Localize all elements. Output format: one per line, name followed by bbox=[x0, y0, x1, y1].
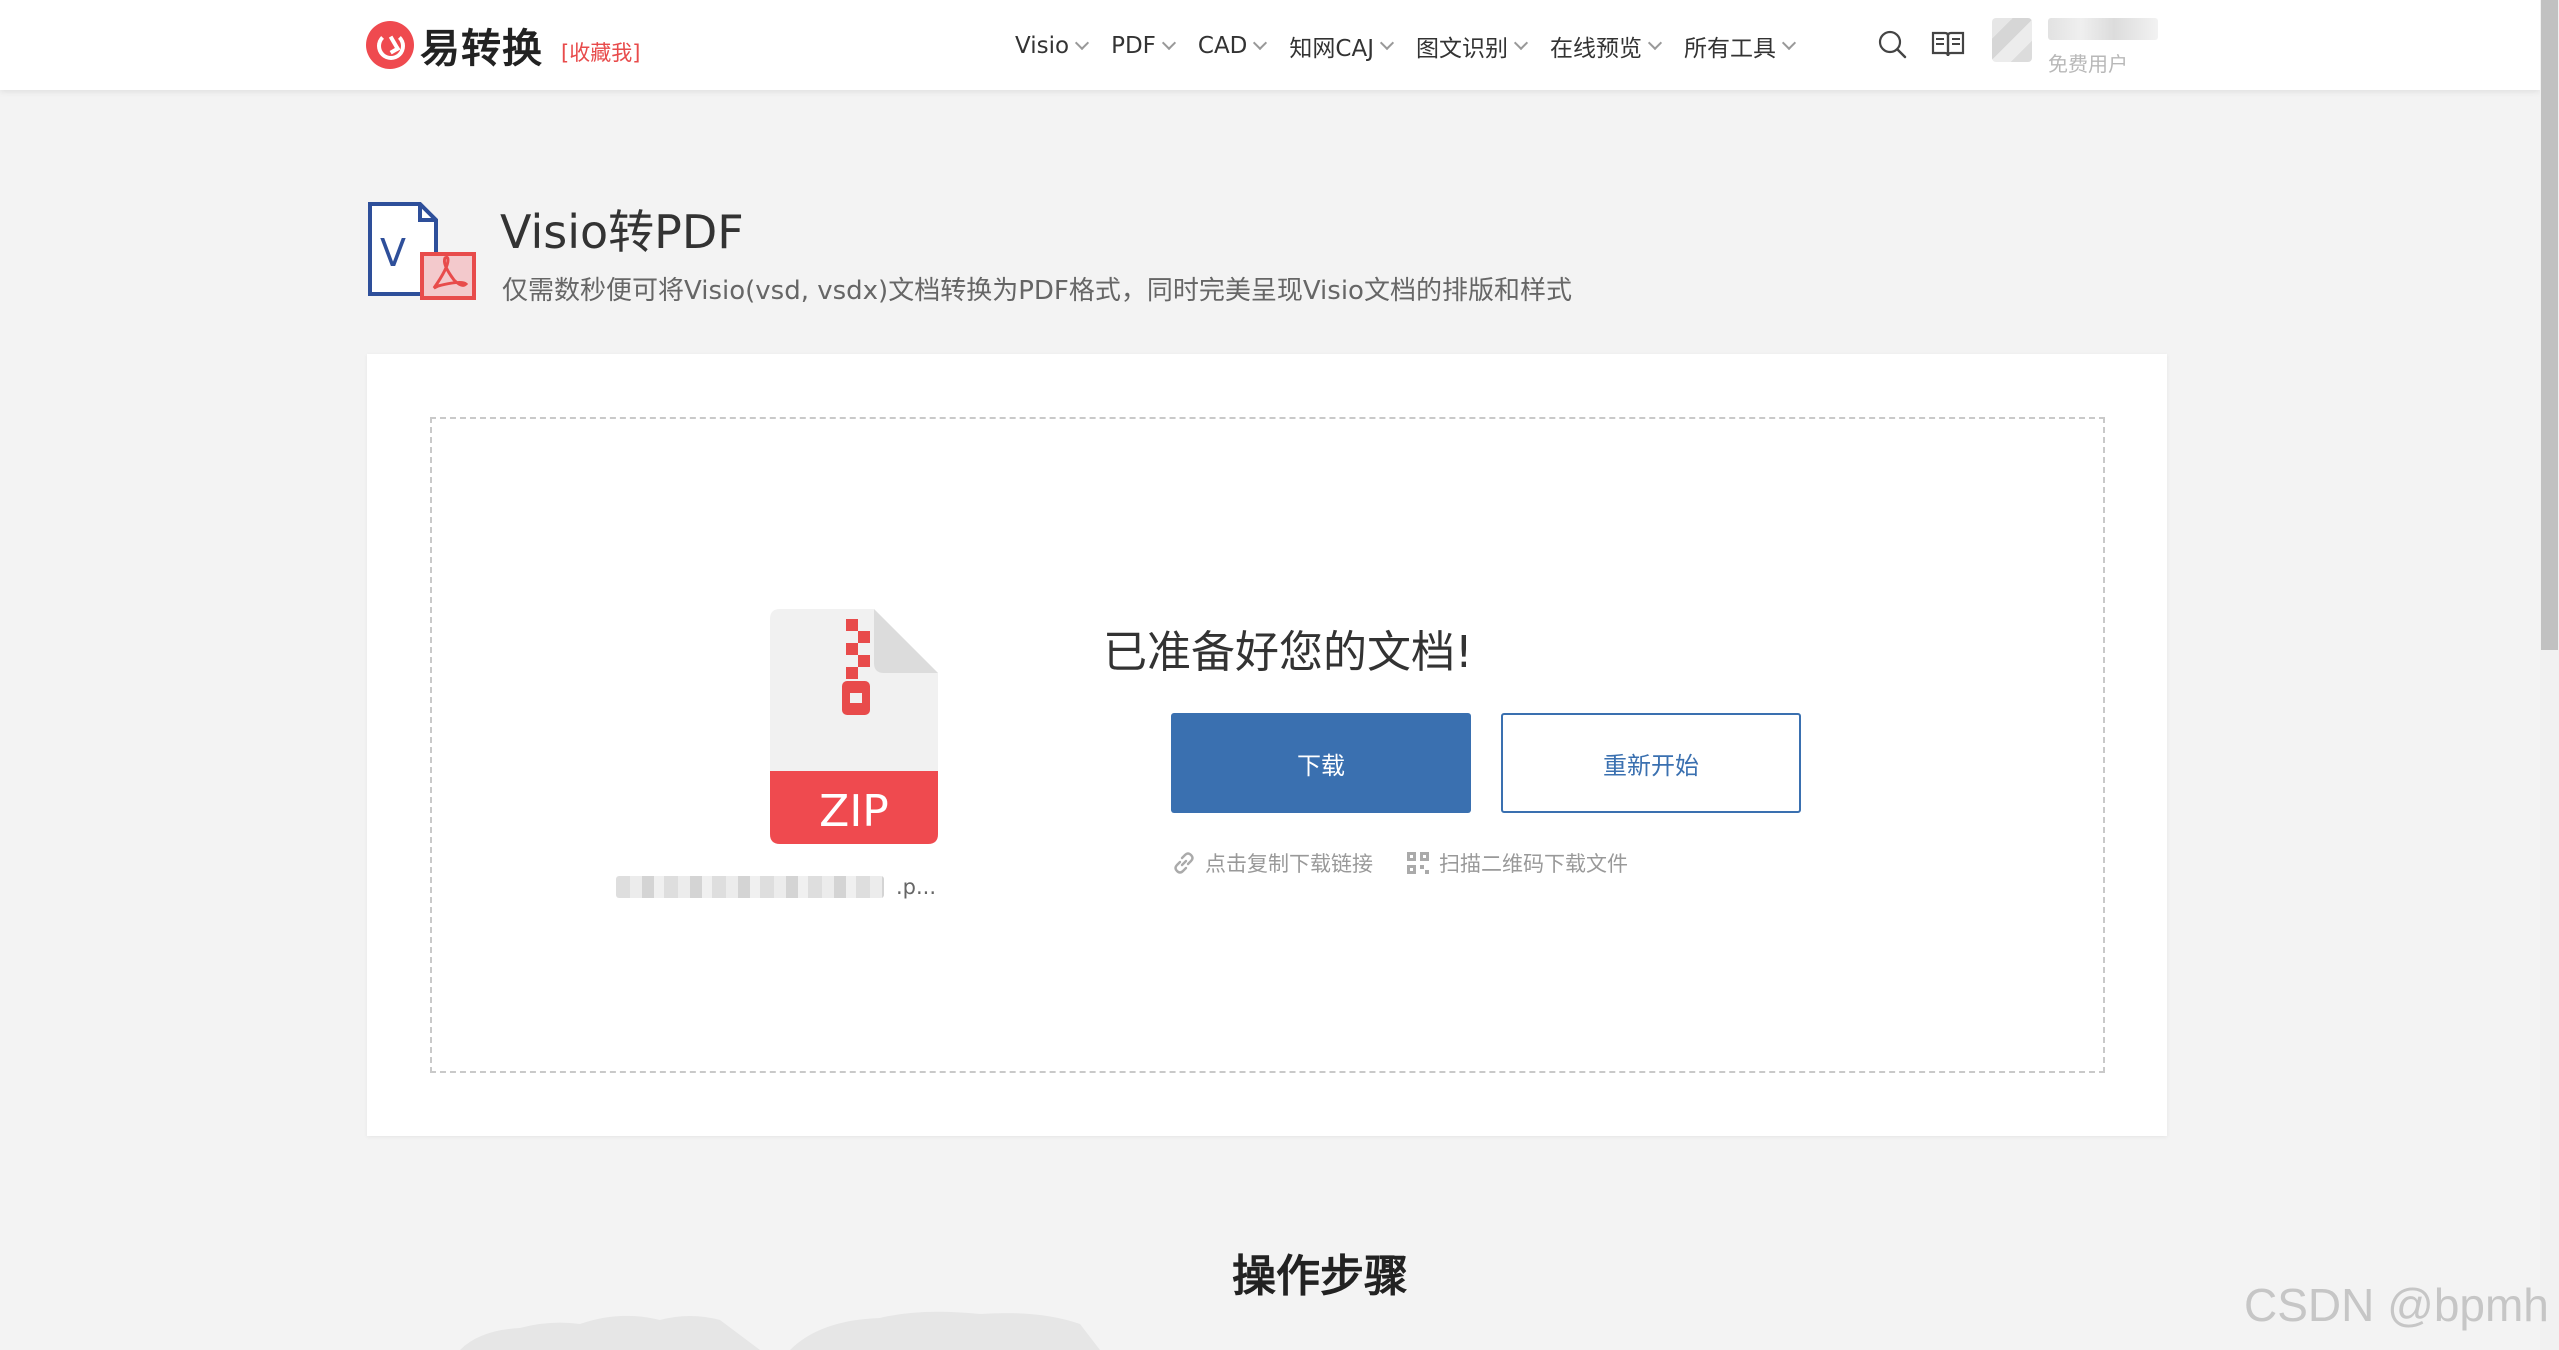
steps-heading: 操作步骤 bbox=[1232, 1251, 1408, 1302]
chevron-down-icon bbox=[1513, 35, 1529, 51]
bookmark-link[interactable]: [收藏我] bbox=[561, 37, 640, 67]
file-name: .p... bbox=[616, 872, 936, 902]
user-menu[interactable]: 免费用户 bbox=[1992, 14, 2164, 76]
chevron-down-icon bbox=[1075, 35, 1090, 51]
copy-link-label: 点击复制下载链接 bbox=[1205, 852, 1373, 876]
nav-item-label: 所有工具 bbox=[1683, 36, 1776, 62]
restart-button[interactable]: 重新开始 bbox=[1501, 713, 1801, 813]
file-name-redacted bbox=[616, 876, 884, 898]
qr-download-label: 扫描二维码下载文件 bbox=[1439, 852, 1628, 876]
scrollbar-thumb[interactable] bbox=[2541, 0, 2558, 650]
nav-item-visio[interactable]: Visio bbox=[1015, 33, 1090, 59]
qr-code-icon bbox=[1407, 852, 1429, 874]
qr-download-button[interactable]: 扫描二维码下载文件 bbox=[1405, 848, 1628, 878]
chevron-down-icon bbox=[1253, 35, 1268, 51]
nav-item-label: PDF bbox=[1111, 33, 1156, 59]
result-card: ZIP .p... 已准备好您的文档! 下载 重新开始 点击复制下载链接 扫描二… bbox=[367, 354, 2167, 1136]
chevron-down-icon bbox=[1161, 35, 1176, 51]
visio-to-pdf-icon: V bbox=[368, 202, 476, 300]
nav-item-ocr[interactable]: 图文识别 bbox=[1415, 29, 1529, 63]
watermark: CSDN @bpmh bbox=[2244, 1279, 2549, 1331]
nav-item-label: 知网CAJ bbox=[1289, 36, 1374, 62]
file-extension: .p... bbox=[895, 875, 936, 899]
nav-item-pdf[interactable]: PDF bbox=[1111, 33, 1176, 59]
nav-item-label: 图文识别 bbox=[1415, 36, 1508, 62]
file-type-label: ZIP bbox=[819, 786, 889, 837]
ready-message: 已准备好您的文档! bbox=[1103, 627, 1473, 678]
page-description: 仅需数秒便可将Visio(vsd, vsdx)文档转换为PDF格式，同时完美呈现… bbox=[502, 276, 1572, 306]
user-name-redacted bbox=[2048, 18, 2158, 40]
site-logo[interactable]: 易转换 [收藏我] bbox=[366, 20, 640, 72]
copy-link-button[interactable]: 点击复制下载链接 bbox=[1171, 848, 1373, 878]
chevron-down-icon bbox=[1781, 35, 1797, 51]
nav-item-cad[interactable]: CAD bbox=[1197, 33, 1268, 59]
world-map-decoration bbox=[460, 1311, 1100, 1350]
nav-item-label: CAD bbox=[1197, 33, 1248, 59]
nav-item-all-tools[interactable]: 所有工具 bbox=[1683, 29, 1797, 63]
zip-file-icon: ZIP bbox=[770, 609, 938, 844]
search-icon[interactable] bbox=[1877, 29, 1907, 59]
main-nav: Visio PDF CAD 知网CAJ 图文识别 在线预览 所有工具 bbox=[1015, 26, 1818, 66]
user-tier-label: 免费用户 bbox=[2048, 52, 2128, 76]
svg-text:V: V bbox=[380, 231, 406, 275]
top-nav-bar: 易转换 [收藏我] Visio PDF CAD 知网CAJ 图文识别 在线预览 bbox=[0, 0, 2540, 90]
chevron-down-icon bbox=[1379, 35, 1395, 51]
avatar bbox=[1992, 18, 2032, 62]
nav-item-label: Visio bbox=[1015, 33, 1070, 59]
brand-name: 易转换 bbox=[420, 26, 543, 72]
logo-icon bbox=[366, 21, 414, 69]
page-title: Visio转PDF bbox=[500, 205, 744, 259]
book-icon[interactable] bbox=[1931, 30, 1965, 58]
nav-item-preview[interactable]: 在线预览 bbox=[1549, 29, 1663, 63]
nav-item-caj[interactable]: 知网CAJ bbox=[1289, 29, 1395, 63]
chevron-down-icon bbox=[1647, 35, 1663, 51]
download-button[interactable]: 下载 bbox=[1171, 713, 1471, 813]
link-icon bbox=[1174, 852, 1194, 874]
nav-item-label: 在线预览 bbox=[1549, 36, 1642, 62]
